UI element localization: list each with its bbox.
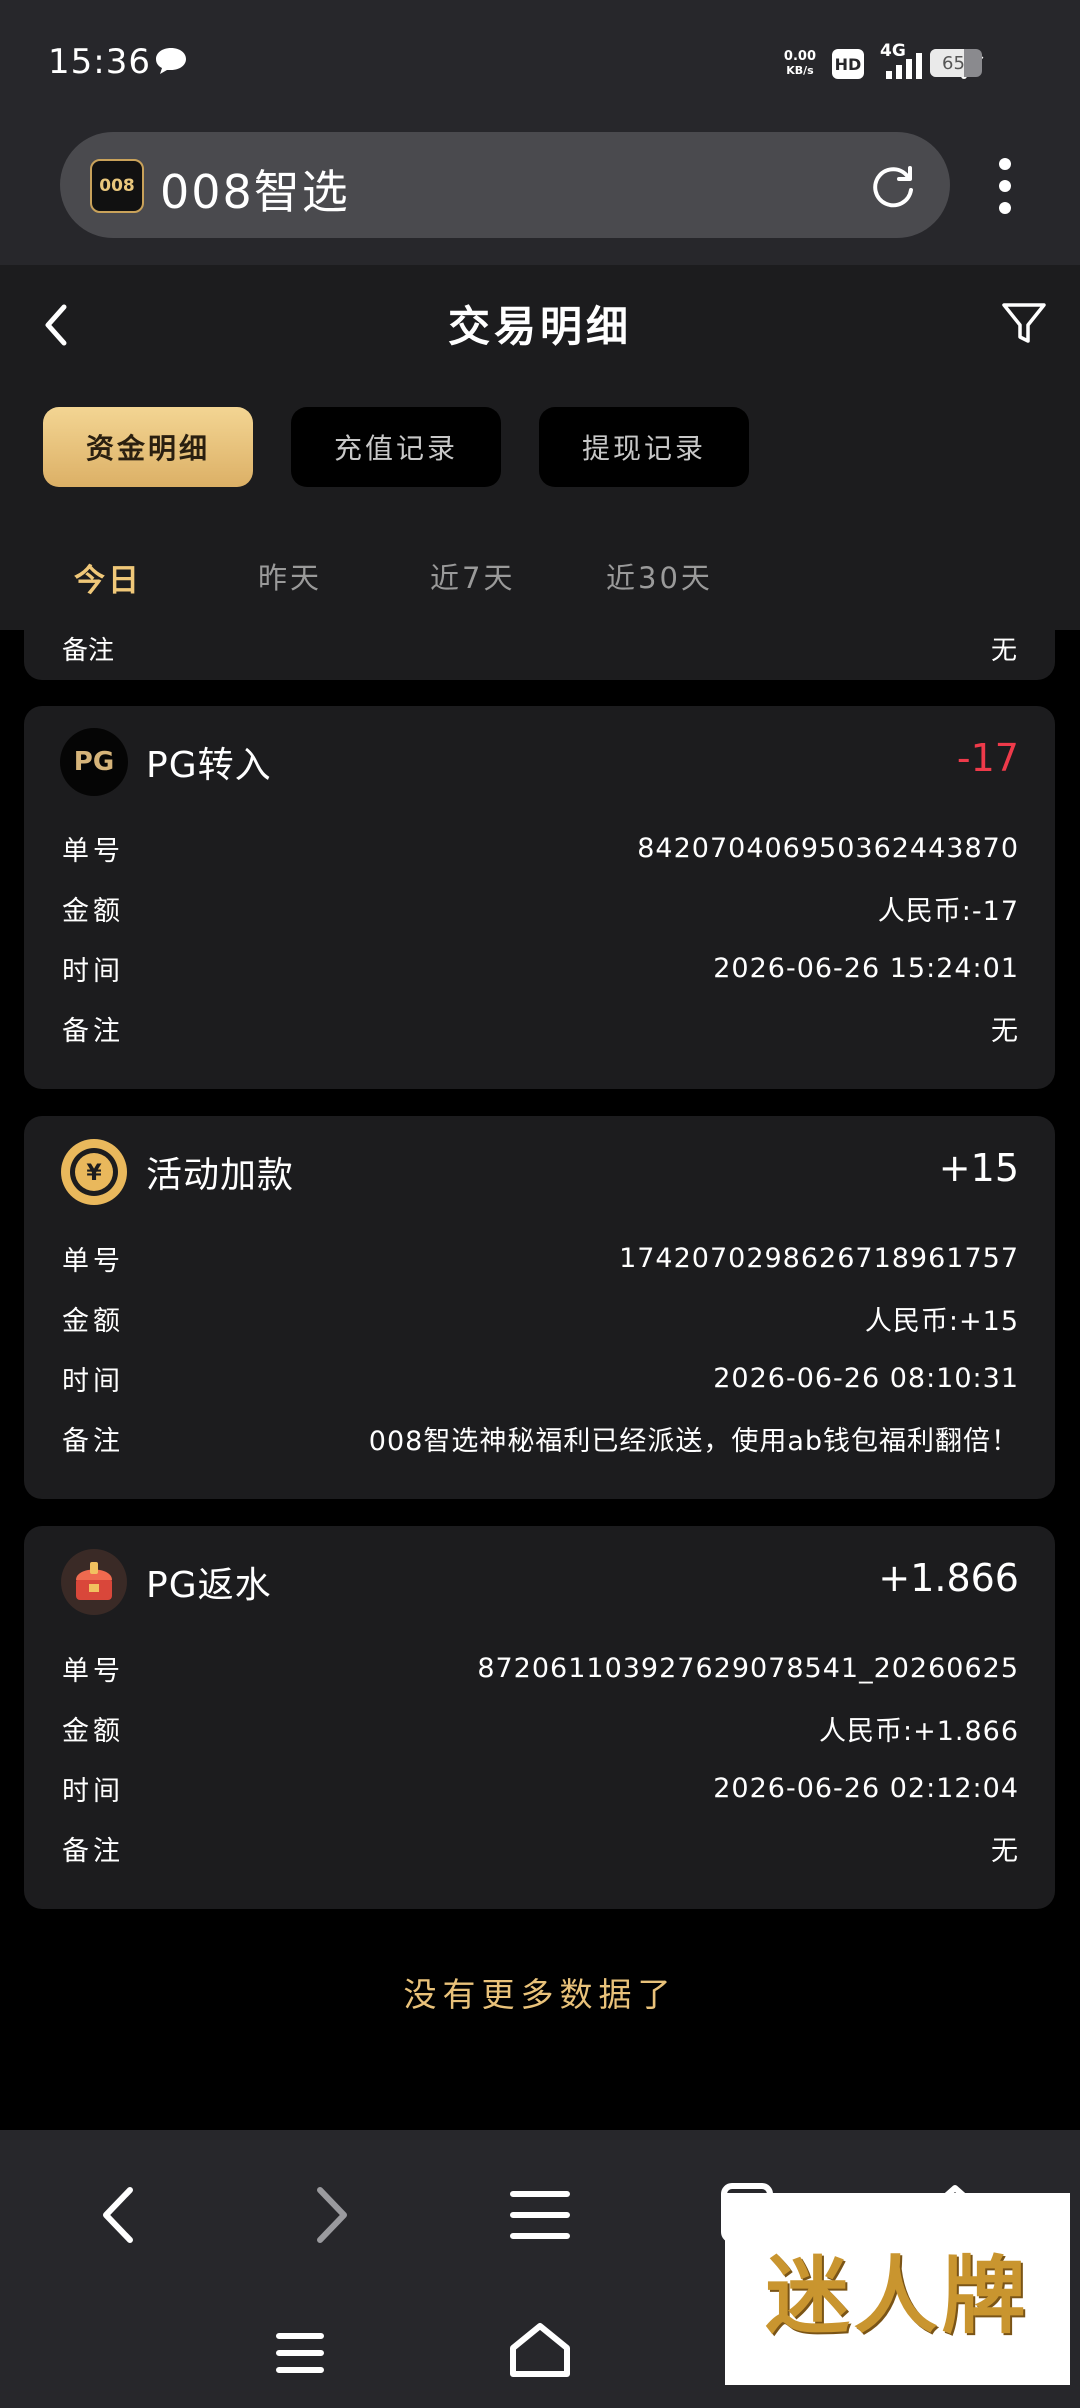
nav-menu-icon[interactable] (505, 2180, 575, 2250)
signal-icon: 4G (880, 41, 928, 81)
amount-label: 金额 (62, 1305, 124, 1337)
transaction-amount: +1.866 (878, 1556, 1019, 1600)
page-title: 交易明细 (447, 302, 632, 351)
record-tabs: 资金明细 充值记录 提现记录 (43, 407, 749, 487)
order-number: 842070406950362443870 (637, 832, 1019, 864)
site-title: 008智选 (160, 165, 350, 219)
remark-value: 无 (990, 636, 1017, 666)
tab-last-30-days[interactable]: 近30天 (606, 555, 713, 597)
watermark-logo: 迷人牌 (725, 2193, 1070, 2385)
transaction-amount: +15 (938, 1146, 1019, 1190)
chat-icon (156, 48, 186, 74)
transaction-title: PG返水 (146, 1565, 272, 1606)
time-label: 时间 (62, 1775, 124, 1807)
browser-bar: 008 008智选 (0, 130, 1080, 265)
page-header: 交易明细 资金明细 充值记录 提现记录 今日 昨天 近7天 近30天 (0, 265, 1080, 630)
nav-back-icon[interactable] (86, 2180, 156, 2250)
reload-icon[interactable] (868, 162, 918, 212)
net-speed: 0.00 KB/s (783, 49, 816, 78)
order-label: 单号 (62, 1655, 124, 1687)
amount-label: 金额 (62, 895, 124, 927)
remark-value: 008智选神秘福利已经派送，使用ab钱包福利翻倍！ (368, 1425, 1019, 1457)
time-label: 时间 (62, 955, 124, 987)
transaction-card[interactable]: PG PG转入 -17 单号 842070406950362443870 金额 人民… (24, 706, 1055, 1089)
amount-value: 人民币:-17 (877, 895, 1019, 927)
amount-value: 人民币:+1.866 (818, 1715, 1019, 1747)
tab-fund-details[interactable]: 资金明细 (43, 407, 253, 487)
time-value: 2026-06-26 02:12:04 (713, 1772, 1019, 1804)
tab-today[interactable]: 今日 (74, 555, 142, 600)
more-menu-icon[interactable] (990, 158, 1020, 218)
time-value: 2026-06-26 08:10:31 (713, 1362, 1019, 1394)
remark-label: 备注 (62, 1835, 124, 1867)
transaction-card-partial: 备注 无 (24, 630, 1055, 680)
transaction-title: PG转入 (146, 745, 272, 786)
site-logo-icon: 008 (90, 159, 144, 213)
order-label: 单号 (62, 1245, 124, 1277)
coin-icon: ¥ (61, 1139, 127, 1205)
address-bar[interactable]: 008 008智选 (60, 132, 950, 238)
tab-withdraw-records[interactable]: 提现记录 (539, 407, 749, 487)
svg-text:¥: ¥ (86, 1161, 102, 1186)
no-more-data: 没有更多数据了 (403, 1975, 677, 2014)
battery-icon: 65 (930, 49, 982, 77)
transaction-title: 活动加款 (146, 1155, 295, 1196)
system-home-icon[interactable] (505, 2316, 575, 2386)
remark-value: 无 (991, 1835, 1019, 1867)
tab-last-7-days[interactable]: 近7天 (430, 555, 515, 597)
time-label: 时间 (62, 1365, 124, 1397)
transaction-card[interactable]: ¥ 活动加款 +15 单号 1742070298626718961757 金额 人民… (24, 1116, 1055, 1499)
tab-deposit-records[interactable]: 充值记录 (291, 407, 501, 487)
transaction-card[interactable]: PG返水 +1.866 单号 872061103927629078541_2026… (24, 1526, 1055, 1909)
remark-label: 备注 (62, 1015, 124, 1047)
status-bar: 15:36 0.00 KB/s HD 4G 65 (0, 0, 1080, 130)
remark-label: 备注 (62, 1425, 124, 1457)
pg-icon: PG (60, 728, 128, 796)
order-number: 1742070298626718961757 (619, 1242, 1019, 1274)
date-range-tabs: 今日 昨天 近7天 近30天 (0, 555, 1080, 625)
system-menu-icon[interactable] (265, 2318, 335, 2388)
order-label: 单号 (62, 835, 124, 867)
remark-value: 无 (991, 1015, 1019, 1047)
transaction-amount: -17 (956, 736, 1019, 780)
nav-forward-icon[interactable] (294, 2180, 364, 2250)
amount-value: 人民币:+15 (864, 1305, 1019, 1337)
time-value: 2026-06-26 15:24:01 (713, 952, 1019, 984)
status-time: 15:36 (48, 42, 151, 82)
remark-label: 备注 (62, 636, 115, 666)
order-number: 872061103927629078541_20260625 (477, 1652, 1019, 1684)
filter-icon[interactable] (998, 297, 1050, 349)
tab-yesterday[interactable]: 昨天 (258, 555, 322, 597)
hd-badge: HD (832, 49, 864, 79)
transaction-list[interactable]: 备注 无 PG PG转入 -17 单号 842070406950362443870… (0, 630, 1080, 2130)
amount-label: 金额 (62, 1715, 124, 1747)
treasure-icon (61, 1549, 127, 1615)
